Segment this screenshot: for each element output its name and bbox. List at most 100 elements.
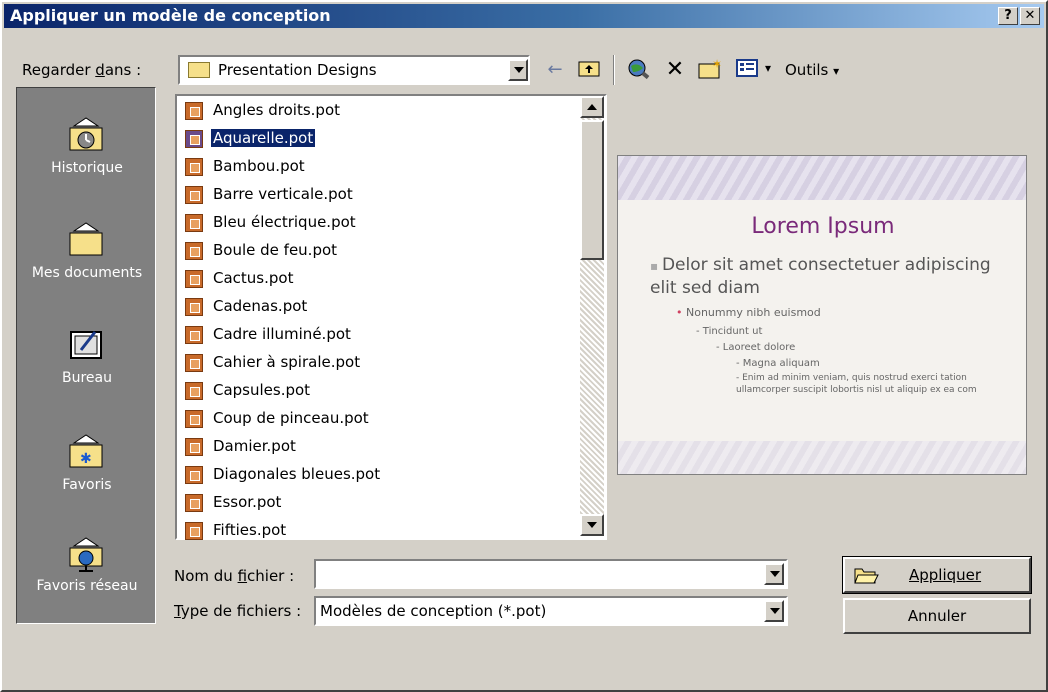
up-folder-icon[interactable]: [576, 58, 602, 82]
delete-icon[interactable]: ✕: [662, 58, 688, 82]
pot-file-icon: [185, 298, 203, 316]
pot-file-icon: [185, 438, 203, 456]
pot-file-icon: [185, 130, 203, 148]
pot-file-icon: [185, 466, 203, 484]
preview-bullet-1: ▪ Delor sit amet consectetuer adipiscing…: [650, 255, 991, 298]
places-bar: Historique Mes documents Bureau ✱ Favori…: [16, 87, 156, 624]
preview-bullet-2: • Nonummy nibh euismod: [676, 306, 821, 319]
place-label: Historique: [51, 160, 123, 176]
file-name: Essor.pot: [213, 493, 282, 511]
filetype-dropdown-button[interactable]: [764, 600, 784, 622]
preview-top-band: [618, 156, 1026, 200]
lookin-dropdown-button[interactable]: [508, 59, 528, 81]
file-name: Bleu électrique.pot: [213, 213, 356, 231]
preview-title: Lorem Ipsum: [751, 214, 895, 239]
file-name: Fifties.pot: [213, 521, 287, 539]
filetype-value: Modèles de conception (*.pot): [320, 602, 547, 620]
place-my-documents[interactable]: Mes documents: [17, 221, 157, 321]
file-name: Cahier à spirale.pot: [213, 353, 361, 371]
pot-file-icon: [185, 214, 203, 232]
toolbar-separator: [613, 55, 615, 85]
file-name: Damier.pot: [213, 437, 296, 455]
history-icon: [69, 117, 103, 151]
scroll-up-button[interactable]: [580, 96, 604, 118]
place-desktop[interactable]: Bureau: [17, 326, 157, 426]
cancel-button[interactable]: Annuler: [843, 598, 1031, 634]
pot-file-icon: [185, 522, 203, 540]
pot-file-icon: [185, 410, 203, 428]
apply-button-label: Appliquer: [909, 566, 982, 584]
design-preview: Lorem Ipsum ▪ Delor sit amet consectetue…: [617, 155, 1027, 475]
back-arrow-icon[interactable]: ←: [542, 58, 568, 82]
place-favorites[interactable]: ✱ Favoris: [17, 433, 157, 533]
preview-bullet-3: - Tincidunt ut: [696, 326, 763, 337]
preview-bullet-5: - Magna aliquam: [736, 358, 820, 369]
folder-icon: [188, 62, 210, 78]
preview-bullet-6: - Enim ad minim veniam, quis nostrud exe…: [736, 373, 977, 395]
file-name: Diagonales bleues.pot: [213, 465, 381, 483]
network-favorites-icon: [69, 537, 103, 572]
place-label: Mes documents: [31, 265, 143, 281]
file-name: Boule de feu.pot: [213, 241, 338, 259]
apply-button[interactable]: Appliquer: [842, 556, 1032, 594]
file-name: Barre verticale.pot: [213, 185, 353, 203]
svg-text:✱: ✱: [80, 451, 92, 467]
lookin-value: Presentation Designs: [218, 61, 377, 79]
pot-file-icon: [185, 494, 203, 512]
place-label: Favoris réseau: [36, 578, 138, 594]
views-dropdown-arrow[interactable]: ▾: [765, 61, 771, 75]
file-list[interactable]: Angles droits.pot Aquarelle.pot Bambou.pot…: [175, 94, 607, 540]
file-name: Cactus.pot: [213, 269, 294, 287]
place-history[interactable]: Historique: [17, 116, 157, 216]
pot-file-icon: [185, 186, 203, 204]
preview-bullet-1-text: Delor sit amet consectetuer adipiscing e…: [650, 255, 991, 298]
scroll-down-button[interactable]: [580, 514, 604, 536]
cancel-button-label: Annuler: [907, 607, 967, 625]
place-label: Bureau: [62, 370, 112, 386]
scroll-thumb[interactable]: [580, 120, 604, 260]
window-title: Appliquer un modèle de conception: [10, 6, 331, 25]
pot-file-icon: [185, 158, 203, 176]
preview-bullet-6-text: Enim ad minim veniam, quis nostrud exerc…: [736, 373, 977, 395]
preview-bullet-4-text: Laoreet dolore: [722, 342, 796, 353]
preview-bullet-3-text: Tincidunt ut: [702, 326, 763, 337]
preview-bullet-5-text: Magna aliquam: [742, 358, 820, 369]
search-web-icon[interactable]: [626, 58, 652, 82]
place-label: Favoris: [62, 477, 112, 493]
place-network-favorites[interactable]: Favoris réseau: [17, 536, 157, 636]
views-icon[interactable]: [734, 58, 760, 82]
tools-dropdown-arrow: ▾: [833, 64, 840, 78]
file-name: Bambou.pot: [213, 157, 305, 175]
pot-file-icon: [185, 382, 203, 400]
preview-bullet-4: - Laoreet dolore: [716, 342, 796, 353]
filetype-label: Type de fichiers :: [174, 602, 302, 620]
file-name: Angles droits.pot: [213, 101, 341, 119]
lookin-combo[interactable]: Presentation Designs: [178, 55, 530, 85]
preview-bullet-2-text: Nonummy nibh euismod: [686, 306, 821, 319]
filename-dropdown-button[interactable]: [764, 563, 784, 585]
new-folder-icon[interactable]: ✶: [697, 57, 723, 82]
pot-file-icon: [185, 354, 203, 372]
file-list-scrollbar[interactable]: [580, 96, 604, 536]
pot-file-icon: [185, 270, 203, 288]
pot-file-icon: [185, 102, 203, 120]
preview-bottom-band: [618, 441, 1026, 474]
lookin-label: Regarder dans :: [22, 61, 142, 79]
file-name: Coup de pinceau.pot: [213, 409, 369, 427]
file-name: Capsules.pot: [213, 381, 311, 399]
svg-text:✶: ✶: [712, 58, 722, 71]
tools-menu[interactable]: Outils ▾: [785, 61, 839, 79]
filename-label: Nom du fichier :: [174, 567, 295, 585]
filetype-combo[interactable]: Modèles de conception (*.pot): [314, 596, 788, 626]
title-bar[interactable]: Appliquer un modèle de conception ? ✕: [4, 4, 1044, 28]
open-folder-icon: [854, 568, 879, 584]
help-button[interactable]: ?: [998, 7, 1018, 25]
close-button[interactable]: ✕: [1020, 7, 1040, 25]
file-name: Cadenas.pot: [213, 297, 308, 315]
pot-file-icon: [185, 326, 203, 344]
file-name: Cadre illuminé.pot: [213, 325, 351, 343]
my-documents-icon: [69, 222, 103, 256]
file-name: Aquarelle.pot: [209, 128, 317, 148]
pot-file-icon: [185, 242, 203, 260]
filename-input[interactable]: [314, 559, 788, 589]
